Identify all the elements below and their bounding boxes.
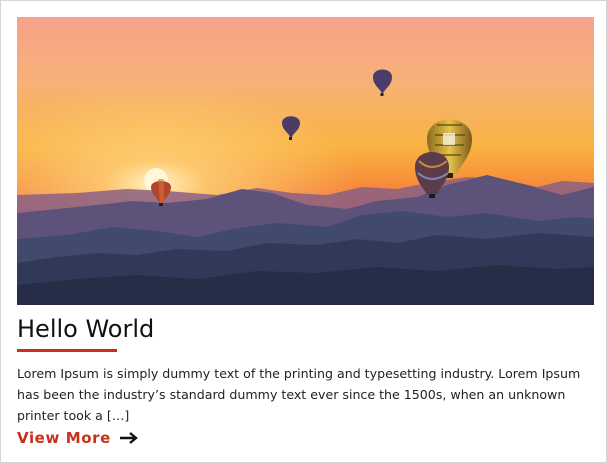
view-more-label: View More [17,429,111,447]
featured-image[interactable] [17,17,594,305]
post-excerpt: Lorem Ipsum is simply dummy text of the … [17,366,581,423]
arrow-right-icon [119,432,138,444]
post-card: Hello World Lorem Ipsum is simply dummy … [0,0,607,463]
post-title[interactable]: Hello World [17,312,154,346]
view-more-link[interactable]: View More [17,428,138,448]
title-underline [17,349,117,352]
